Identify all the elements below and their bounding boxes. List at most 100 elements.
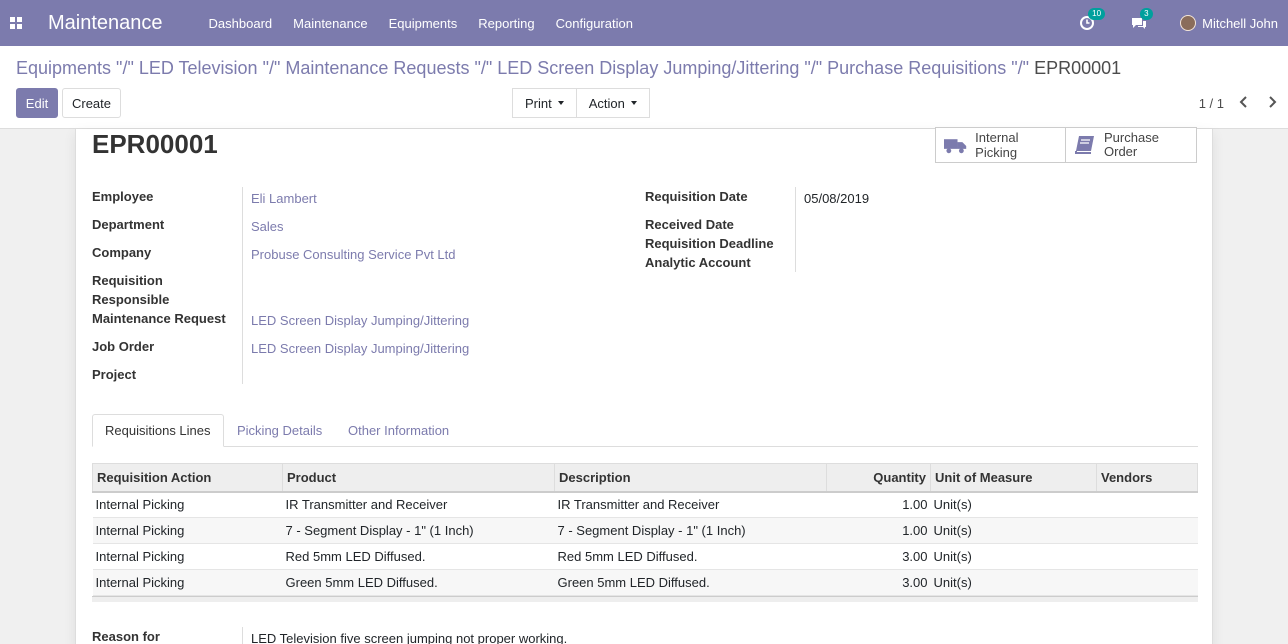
requisition-lines-table: Requisition Action Product Description Q… [92,463,1198,596]
control-panel: Equipments "/" LED Television "/" Mainte… [0,46,1288,129]
form-sheet: EPR00001 Internal Picking Purchase Order… [75,127,1213,644]
cell-quantity: 3.00 [826,543,931,570]
menu-dashboard[interactable]: Dashboard [209,16,273,31]
cell-quantity: 3.00 [826,569,931,596]
purchase-order-label: Purchase Order [1104,130,1159,159]
user-avatar[interactable] [1180,15,1197,31]
notebook-tabs: Requisitions Lines Picking Details Other… [92,414,1198,447]
field-divider [242,627,243,644]
job-order-value[interactable]: LED Screen Display Jumping/Jittering [251,341,469,356]
cell-uom: Unit(s) [930,517,1097,544]
reason-label: Reason for [92,629,160,644]
caret-down-icon [630,101,637,105]
table-header-row: Requisition Action Product Description Q… [92,463,1198,493]
cell-requisition-action: Internal Picking [92,491,283,518]
cell-product: Red 5mm LED Diffused. [282,543,555,570]
activity-clock-icon[interactable]: 10 [1078,8,1106,32]
record-title: EPR00001 [92,129,218,159]
department-value[interactable]: Sales [251,219,284,234]
project-label: Project [92,367,137,382]
activity-count-badge: 10 [1088,8,1106,20]
received-date-label: Received Date [645,217,734,232]
company-label: Company [92,245,152,260]
field-divider [242,187,243,384]
print-label: Print [525,95,552,111]
internal-picking-button[interactable]: Internal Picking [935,127,1066,163]
cell-description: Green 5mm LED Diffused. [554,569,827,596]
table-row[interactable]: Internal Picking IR Transmitter and Rece… [92,491,1198,518]
smart-buttons: Internal Picking Purchase Order [935,127,1197,163]
caret-down-icon [557,101,564,105]
action-dropdown[interactable]: Action [576,88,650,118]
menu-equipments[interactable]: Equipments [389,16,458,31]
cell-requisition-action: Internal Picking [92,569,283,596]
purchase-order-button[interactable]: Purchase Order [1066,127,1197,163]
tab-requisitions-lines[interactable]: Requisitions Lines [92,414,224,447]
tab-picking-details[interactable]: Picking Details [225,414,334,447]
maintenance-request-label: Maintenance Request [92,311,226,326]
cell-vendors [1096,517,1198,544]
cell-uom: Unit(s) [930,543,1097,570]
truck-icon [944,139,967,154]
menu-configuration[interactable]: Configuration [556,16,633,31]
cell-product: IR Transmitter and Receiver [282,491,555,518]
company-value[interactable]: Probuse Consulting Service Pvt Ltd [251,247,456,262]
cell-requisition-action: Internal Picking [92,543,283,570]
field-divider [795,187,796,272]
requisition-deadline-label: Requisition Deadline [645,236,774,251]
table-footer [92,596,1198,602]
department-label: Department [92,217,165,232]
cell-requisition-action: Internal Picking [92,517,283,544]
maintenance-request-value[interactable]: LED Screen Display Jumping/Jittering [251,313,469,328]
employee-value[interactable]: Eli Lambert [251,191,317,206]
cell-description: 7 - Segment Display - 1" (1 Inch) [554,517,827,544]
cell-product: Green 5mm LED Diffused. [282,569,555,596]
job-order-label: Job Order [92,339,155,354]
requisition-date-label: Requisition Date [645,189,748,204]
tab-other-information[interactable]: Other Information [336,414,461,447]
internal-picking-label: Internal Picking [975,130,1019,160]
print-dropdown[interactable]: Print [512,88,577,118]
cell-quantity: 1.00 [826,517,931,544]
action-label: Action [588,95,625,111]
col-vendors[interactable]: Vendors [1096,463,1198,493]
edit-button[interactable]: Edit [16,88,58,118]
menu-reporting[interactable]: Reporting [478,16,534,31]
col-requisition-action[interactable]: Requisition Action [92,463,283,493]
requisition-responsible-label: Requisition Responsible [92,273,170,307]
messages-chat-icon[interactable]: 3 [1130,8,1153,32]
employee-label: Employee [92,189,154,204]
reason-value[interactable]: LED Television five screen jumping not p… [251,631,567,644]
pager-previous-icon[interactable] [1236,94,1252,110]
cell-quantity: 1.00 [826,491,931,518]
action-button-group: Print Action [512,88,650,118]
pager-next-icon[interactable] [1264,94,1280,110]
cell-description: IR Transmitter and Receiver [554,491,827,518]
cell-vendors [1096,569,1198,596]
apps-menu-icon[interactable] [0,0,32,46]
table-row[interactable]: Internal Picking Green 5mm LED Diffused.… [92,569,1198,596]
cell-uom: Unit(s) [930,569,1097,596]
cell-vendors [1096,543,1198,570]
cell-uom: Unit(s) [930,491,1097,518]
col-description[interactable]: Description [554,463,827,493]
requisition-date-value[interactable]: 05/08/2019 [804,191,869,206]
message-count-badge: 3 [1140,8,1153,20]
user-name[interactable]: Mitchell John [1202,16,1278,31]
breadcrumb-current: EPR00001 [1034,58,1122,78]
col-quantity[interactable]: Quantity [826,463,931,493]
analytic-account-label: Analytic Account [645,255,751,270]
menu-maintenance[interactable]: Maintenance [293,16,367,31]
top-navbar: Maintenance Dashboard Maintenance Equipm… [0,0,1288,46]
table-row[interactable]: Internal Picking 7 - Segment Display - 1… [92,517,1198,544]
col-unit-of-measure[interactable]: Unit of Measure [930,463,1097,493]
breadcrumb-path[interactable]: Equipments "/" LED Television "/" Mainte… [16,58,1029,78]
create-button[interactable]: Create [62,88,121,118]
pager-value[interactable]: 1 / 1 [1199,96,1224,111]
book-icon [1075,136,1094,154]
breadcrumb: Equipments "/" LED Television "/" Mainte… [16,58,1121,79]
col-product[interactable]: Product [282,463,555,493]
cell-product: 7 - Segment Display - 1" (1 Inch) [282,517,555,544]
app-title: Maintenance [48,11,163,34]
table-row[interactable]: Internal Picking Red 5mm LED Diffused. R… [92,543,1198,570]
